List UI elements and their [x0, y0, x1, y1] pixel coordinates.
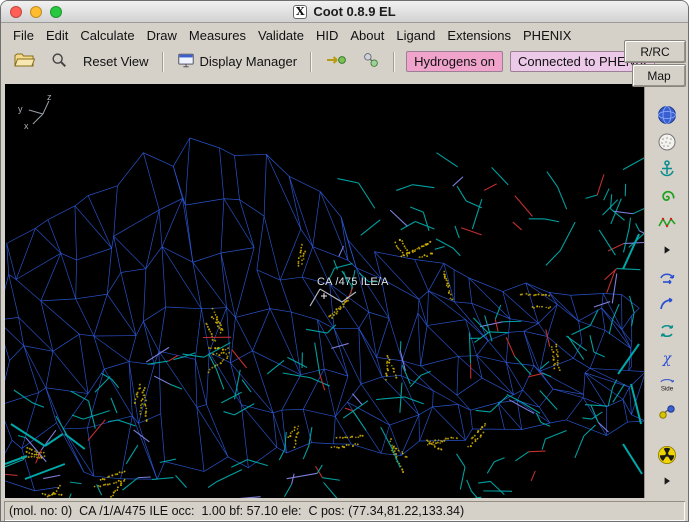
status-text: (mol. no: 0) CA /1/A/475 ILE occ: 1.00 b… — [9, 504, 465, 518]
toolbar-separator — [310, 51, 313, 72]
rrc-button[interactable]: R/RC — [624, 40, 686, 63]
more-tools-icon[interactable] — [655, 471, 679, 493]
svg-text:Side: Side — [660, 385, 673, 392]
status-frame: (mol. no: 0) CA /1/A/475 ILE occ: 1.00 b… — [4, 501, 685, 521]
toolbar-separator — [393, 51, 396, 72]
auto-fit-rotamer-icon[interactable] — [655, 293, 679, 315]
menu-edit[interactable]: Edit — [40, 25, 74, 46]
menu-hid[interactable]: HID — [310, 25, 344, 46]
menu-validate[interactable]: Validate — [252, 25, 310, 46]
edit-chi-angles-icon[interactable]: χ — [655, 347, 679, 369]
mutate-icon[interactable] — [655, 401, 679, 423]
side-chain-flip-icon[interactable]: Side — [655, 374, 679, 396]
traffic-lights — [10, 1, 62, 22]
expander-icon[interactable] — [655, 239, 679, 261]
title-wrap: X Coot 0.8.9 EL — [293, 4, 396, 19]
menu-calculate[interactable]: Calculate — [74, 25, 140, 46]
regularize-zone-icon[interactable] — [655, 212, 679, 234]
molecular-scene — [5, 100, 644, 498]
minimize-button[interactable] — [30, 5, 42, 18]
rotate-translate-icon[interactable] — [655, 266, 679, 288]
linked-atoms-icon — [362, 51, 380, 72]
atom-display-button[interactable] — [356, 50, 386, 74]
viewport-3d[interactable]: z y x CA /475 ILE/A — [5, 84, 644, 498]
toolbar: Reset View Display Manager Hydrogens on … — [1, 47, 688, 76]
menu-draw[interactable]: Draw — [141, 25, 183, 46]
x11-icon: X — [293, 4, 308, 19]
corner-buttons: R/RC Map — [624, 40, 686, 87]
close-button[interactable] — [10, 5, 22, 18]
toolbar-separator — [161, 51, 164, 72]
menu-file[interactable]: File — [7, 25, 40, 46]
go-to-atom-button[interactable] — [319, 50, 353, 74]
titlebar[interactable]: X Coot 0.8.9 EL — [1, 1, 688, 23]
arrow-target-icon — [325, 51, 347, 72]
flip-peptide-icon[interactable] — [655, 320, 679, 342]
svg-text:χ: χ — [661, 351, 672, 367]
map-button[interactable]: Map — [632, 64, 686, 87]
zoom-button[interactable] — [44, 50, 74, 74]
statusbar: (mol. no: 0) CA /1/A/475 ILE occ: 1.00 b… — [1, 498, 688, 521]
coot-window: X Coot 0.8.9 EL File Edit Calculate Draw Mea… — [0, 0, 689, 522]
menu-ligand[interactable]: Ligand — [390, 25, 441, 46]
window-title: Coot 0.8.9 EL — [313, 4, 396, 19]
folder-icon — [13, 51, 36, 72]
reset-view-label: Reset View — [83, 54, 149, 69]
zoom-window-button[interactable] — [50, 5, 62, 18]
globe-icon[interactable] — [655, 104, 679, 126]
modelling-toolbar: χ Side — [644, 84, 688, 498]
main-area: z y x CA /475 ILE/A χ Side — [1, 76, 688, 498]
display-manager-label: Display Manager — [199, 54, 298, 69]
magnifier-icon — [50, 51, 68, 72]
anchor-icon[interactable] — [655, 158, 679, 180]
jiggle-fit-radiation-icon[interactable] — [655, 444, 679, 466]
real-space-refine-icon[interactable] — [655, 185, 679, 207]
menu-phenix[interactable]: PHENIX — [517, 25, 577, 46]
menu-about[interactable]: About — [344, 25, 390, 46]
monitor-icon — [177, 52, 195, 72]
menu-extensions[interactable]: Extensions — [441, 25, 517, 46]
reset-view-button[interactable]: Reset View — [77, 50, 155, 74]
display-manager-button[interactable]: Display Manager — [171, 50, 304, 74]
menu-measures[interactable]: Measures — [183, 25, 252, 46]
open-coordinates-button[interactable] — [7, 50, 41, 74]
dotted-sphere-icon[interactable] — [655, 131, 679, 153]
menubar: File Edit Calculate Draw Measures Validate HID… — [1, 23, 688, 47]
hydrogens-toggle-button[interactable]: Hydrogens on — [406, 51, 504, 72]
